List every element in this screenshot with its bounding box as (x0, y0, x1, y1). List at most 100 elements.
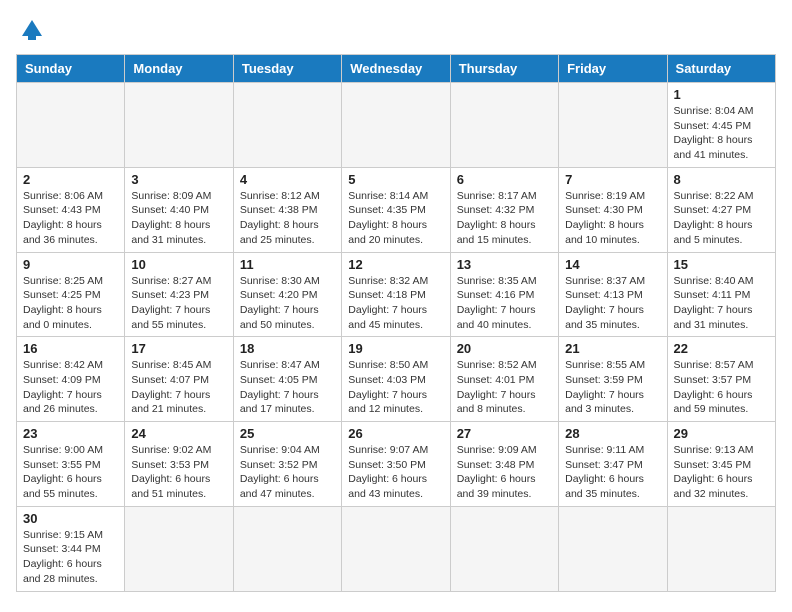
day-info: Sunrise: 8:42 AM Sunset: 4:09 PM Dayligh… (23, 358, 118, 417)
calendar-cell: 30 Sunrise: 9:15 AM Sunset: 3:44 PM Dayli… (17, 506, 125, 591)
calendar-cell (233, 506, 341, 591)
calendar-cell: 28 Sunrise: 9:11 AM Sunset: 3:47 PM Dayli… (559, 422, 667, 507)
calendar-cell (233, 83, 341, 168)
logo (16, 16, 46, 44)
day-number: 17 (131, 341, 226, 356)
day-number: 20 (457, 341, 552, 356)
day-number: 7 (565, 172, 660, 187)
day-number: 29 (674, 426, 769, 441)
calendar-cell (125, 506, 233, 591)
day-number: 15 (674, 257, 769, 272)
day-info: Sunrise: 8:12 AM Sunset: 4:38 PM Dayligh… (240, 189, 335, 248)
calendar-cell: 22 Sunrise: 8:57 AM Sunset: 3:57 PM Dayli… (667, 337, 775, 422)
day-number: 16 (23, 341, 118, 356)
day-number: 30 (23, 511, 118, 526)
calendar-cell (342, 506, 450, 591)
calendar-cell: 17Sunrise: 8:45 AM Sunset: 4:07 PM Dayli… (125, 337, 233, 422)
calendar-cell (667, 506, 775, 591)
column-header-friday: Friday (559, 55, 667, 83)
day-info: Sunrise: 9:11 AM Sunset: 3:47 PM Dayligh… (565, 443, 660, 502)
calendar-cell: 12Sunrise: 8:32 AM Sunset: 4:18 PM Dayli… (342, 252, 450, 337)
day-info: Sunrise: 9:00 AM Sunset: 3:55 PM Dayligh… (23, 443, 118, 502)
calendar-cell: 6 Sunrise: 8:17 AM Sunset: 4:32 PM Daylig… (450, 167, 558, 252)
day-info: Sunrise: 9:15 AM Sunset: 3:44 PM Dayligh… (23, 528, 118, 587)
calendar-cell: 1 Sunrise: 8:04 AM Sunset: 4:45 PM Daylig… (667, 83, 775, 168)
calendar-cell (125, 83, 233, 168)
header (16, 16, 776, 44)
calendar-cell: 8Sunrise: 8:22 AM Sunset: 4:27 PM Daylig… (667, 167, 775, 252)
calendar-cell: 4 Sunrise: 8:12 AM Sunset: 4:38 PM Daylig… (233, 167, 341, 252)
calendar-cell: 5Sunrise: 8:14 AM Sunset: 4:35 PM Daylig… (342, 167, 450, 252)
day-number: 25 (240, 426, 335, 441)
day-info: Sunrise: 8:09 AM Sunset: 4:40 PM Dayligh… (131, 189, 226, 248)
calendar-cell: 27 Sunrise: 9:09 AM Sunset: 3:48 PM Dayli… (450, 422, 558, 507)
day-info: Sunrise: 8:04 AM Sunset: 4:45 PM Dayligh… (674, 104, 769, 163)
column-header-sunday: Sunday (17, 55, 125, 83)
day-info: Sunrise: 9:09 AM Sunset: 3:48 PM Dayligh… (457, 443, 552, 502)
day-info: Sunrise: 8:30 AM Sunset: 4:20 PM Dayligh… (240, 274, 335, 333)
day-info: Sunrise: 9:04 AM Sunset: 3:52 PM Dayligh… (240, 443, 335, 502)
logo-icon (18, 16, 46, 44)
calendar-cell: 10 Sunrise: 8:27 AM Sunset: 4:23 PM Dayli… (125, 252, 233, 337)
calendar-cell: 13 Sunrise: 8:35 AM Sunset: 4:16 PM Dayli… (450, 252, 558, 337)
day-number: 21 (565, 341, 660, 356)
calendar-cell (450, 83, 558, 168)
day-number: 8 (674, 172, 769, 187)
day-number: 10 (131, 257, 226, 272)
day-number: 9 (23, 257, 118, 272)
day-info: Sunrise: 8:19 AM Sunset: 4:30 PM Dayligh… (565, 189, 660, 248)
day-number: 12 (348, 257, 443, 272)
day-info: Sunrise: 8:50 AM Sunset: 4:03 PM Dayligh… (348, 358, 443, 417)
calendar-cell (559, 506, 667, 591)
column-header-tuesday: Tuesday (233, 55, 341, 83)
calendar-cell: 3 Sunrise: 8:09 AM Sunset: 4:40 PM Daylig… (125, 167, 233, 252)
day-info: Sunrise: 8:55 AM Sunset: 3:59 PM Dayligh… (565, 358, 660, 417)
day-number: 1 (674, 87, 769, 102)
calendar-cell: 16 Sunrise: 8:42 AM Sunset: 4:09 PM Dayli… (17, 337, 125, 422)
day-info: Sunrise: 8:06 AM Sunset: 4:43 PM Dayligh… (23, 189, 118, 248)
calendar-cell: 7 Sunrise: 8:19 AM Sunset: 4:30 PM Daylig… (559, 167, 667, 252)
day-number: 26 (348, 426, 443, 441)
calendar-cell (17, 83, 125, 168)
day-number: 14 (565, 257, 660, 272)
calendar-cell: 25 Sunrise: 9:04 AM Sunset: 3:52 PM Dayli… (233, 422, 341, 507)
calendar-cell: 9 Sunrise: 8:25 AM Sunset: 4:25 PM Daylig… (17, 252, 125, 337)
day-info: Sunrise: 8:40 AM Sunset: 4:11 PM Dayligh… (674, 274, 769, 333)
day-info: Sunrise: 8:35 AM Sunset: 4:16 PM Dayligh… (457, 274, 552, 333)
day-number: 24 (131, 426, 226, 441)
day-number: 6 (457, 172, 552, 187)
calendar-cell: 21 Sunrise: 8:55 AM Sunset: 3:59 PM Dayli… (559, 337, 667, 422)
calendar-cell: 29 Sunrise: 9:13 AM Sunset: 3:45 PM Dayli… (667, 422, 775, 507)
day-info: Sunrise: 8:17 AM Sunset: 4:32 PM Dayligh… (457, 189, 552, 248)
calendar-cell: 20 Sunrise: 8:52 AM Sunset: 4:01 PM Dayli… (450, 337, 558, 422)
day-info: Sunrise: 8:52 AM Sunset: 4:01 PM Dayligh… (457, 358, 552, 417)
calendar-cell: 24 Sunrise: 9:02 AM Sunset: 3:53 PM Dayli… (125, 422, 233, 507)
day-number: 3 (131, 172, 226, 187)
calendar-cell (450, 506, 558, 591)
day-number: 23 (23, 426, 118, 441)
calendar-cell: 2 Sunrise: 8:06 AM Sunset: 4:43 PM Daylig… (17, 167, 125, 252)
calendar-cell: 14 Sunrise: 8:37 AM Sunset: 4:13 PM Dayli… (559, 252, 667, 337)
day-number: 5 (348, 172, 443, 187)
column-header-thursday: Thursday (450, 55, 558, 83)
column-header-wednesday: Wednesday (342, 55, 450, 83)
day-number: 27 (457, 426, 552, 441)
day-number: 2 (23, 172, 118, 187)
day-info: Sunrise: 9:13 AM Sunset: 3:45 PM Dayligh… (674, 443, 769, 502)
day-info: Sunrise: 8:37 AM Sunset: 4:13 PM Dayligh… (565, 274, 660, 333)
calendar-cell: 18Sunrise: 8:47 AM Sunset: 4:05 PM Dayli… (233, 337, 341, 422)
day-number: 4 (240, 172, 335, 187)
day-number: 13 (457, 257, 552, 272)
day-info: Sunrise: 8:27 AM Sunset: 4:23 PM Dayligh… (131, 274, 226, 333)
day-number: 11 (240, 257, 335, 272)
day-number: 22 (674, 341, 769, 356)
calendar-cell: 11 Sunrise: 8:30 AM Sunset: 4:20 PM Dayli… (233, 252, 341, 337)
calendar-cell (559, 83, 667, 168)
day-info: Sunrise: 8:25 AM Sunset: 4:25 PM Dayligh… (23, 274, 118, 333)
day-info: Sunrise: 8:57 AM Sunset: 3:57 PM Dayligh… (674, 358, 769, 417)
day-info: Sunrise: 9:02 AM Sunset: 3:53 PM Dayligh… (131, 443, 226, 502)
day-number: 28 (565, 426, 660, 441)
calendar-cell (342, 83, 450, 168)
calendar-cell: 19Sunrise: 8:50 AM Sunset: 4:03 PM Dayli… (342, 337, 450, 422)
calendar-table: SundayMondayTuesdayWednesdayThursdayFrid… (16, 54, 776, 592)
